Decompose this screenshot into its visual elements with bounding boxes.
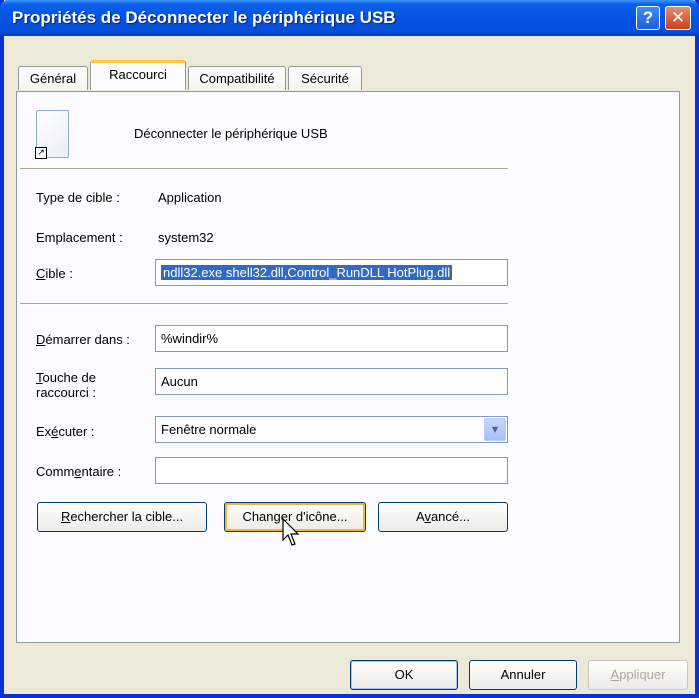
find-target-label: echercher la cible... (70, 509, 184, 524)
separator (20, 168, 508, 170)
chevron-down-icon[interactable]: ▾ (484, 418, 506, 441)
tab-label: Sécurité (301, 71, 349, 86)
help-button[interactable]: ? (636, 6, 660, 30)
mouse-cursor-icon (282, 518, 300, 546)
target-label-text: ible : (45, 266, 73, 281)
tab-label: Général (29, 71, 77, 86)
run-select[interactable]: Fenêtre normale ▾ (155, 416, 508, 443)
location-label: Emplacement : (36, 230, 123, 245)
run-label: Exécuter : (36, 424, 95, 439)
run-label-pre: Ex (36, 424, 52, 439)
title-bar[interactable]: Propriétés de Déconnecter le périphériqu… (0, 0, 699, 36)
document-shortcut-icon: ↗ (35, 110, 69, 159)
hotkey-value: Aucun (161, 374, 198, 389)
advanced-button[interactable]: Avancé... (378, 502, 508, 532)
start-in-value: %windir% (161, 331, 219, 346)
tab-label: Compatibilité (199, 71, 275, 86)
hotkey-input[interactable]: Aucun (155, 368, 508, 395)
help-icon: ? (642, 8, 654, 27)
tab-security[interactable]: Sécurité (288, 66, 362, 90)
start-in-label-accel: D (36, 332, 46, 347)
advanced-label: ancé... (430, 509, 470, 524)
target-type-label: Type de cible : (36, 190, 120, 205)
find-target-accel: R (60, 509, 71, 524)
comment-label-pre: Comm (36, 464, 75, 479)
hotkey-label-text: ouche de (42, 370, 97, 385)
run-select-value: Fenêtre normale (161, 422, 257, 437)
apply-accel: A (610, 667, 620, 682)
comment-input[interactable] (155, 457, 508, 484)
change-icon-pre: Chan (242, 509, 274, 524)
apply-button: Appliquer (588, 660, 688, 690)
close-button[interactable]: ✕ (665, 6, 691, 30)
separator (20, 303, 508, 305)
target-label: Cible : (36, 266, 73, 281)
close-icon: ✕ (670, 8, 686, 27)
comment-label: Commentaire : (36, 464, 121, 479)
apply-label: ppliquer (619, 667, 666, 682)
window-title: Propriétés de Déconnecter le périphériqu… (12, 8, 396, 27)
run-label-text: cuter : (58, 424, 95, 439)
tab-panel (16, 91, 680, 643)
ok-label: OK (394, 667, 414, 682)
target-type-value: Application (158, 190, 222, 205)
tab-shortcut[interactable]: Raccourci (90, 60, 186, 90)
find-target-button[interactable]: Rechercher la cible... (37, 502, 207, 532)
hotkey-label: Touche de raccourci : (36, 370, 96, 400)
hotkey-label-line2: raccourci : (36, 385, 96, 400)
start-in-label-text: émarrer dans : (45, 332, 130, 347)
comment-label-accel: e (74, 464, 82, 479)
target-input-value: ndll32.exe shell32.dll,Control_RunDLL Ho… (161, 265, 453, 280)
comment-label-text: ntaire : (81, 464, 122, 479)
target-input[interactable]: ndll32.exe shell32.dll,Control_RunDLL Ho… (155, 259, 508, 286)
tab-label: Raccourci (109, 67, 167, 82)
ok-button[interactable]: OK (350, 660, 458, 690)
start-in-label: Démarrer dans : (36, 332, 130, 347)
location-value: system32 (158, 230, 214, 245)
target-label-accel: C (36, 266, 46, 281)
cancel-button[interactable]: Annuler (469, 660, 577, 690)
cancel-label: Annuler (500, 667, 546, 682)
change-icon-accel: g (273, 509, 281, 524)
start-in-input[interactable]: %windir% (155, 325, 508, 352)
shortcut-name: Déconnecter le périphérique USB (134, 126, 328, 141)
tab-general[interactable]: Général (18, 66, 88, 90)
tab-compatibility[interactable]: Compatibilité (188, 66, 286, 90)
shortcut-arrow-icon: ↗ (35, 147, 47, 159)
